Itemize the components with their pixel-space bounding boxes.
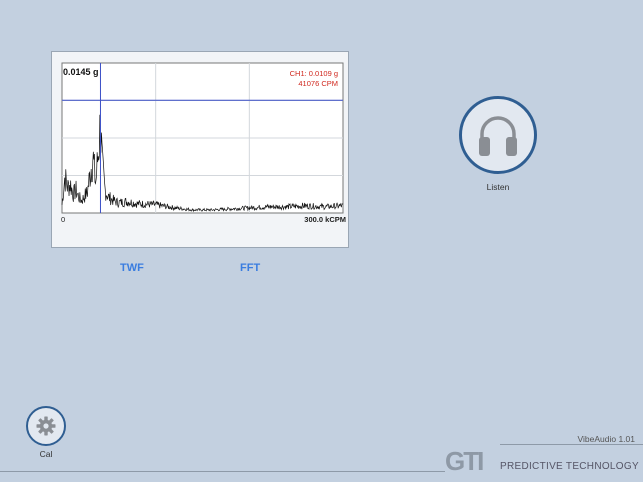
tab-twf[interactable]: TWF xyxy=(120,262,144,274)
headphones-icon xyxy=(479,116,517,156)
fft-chart-panel: 0.0145 g CH1: 0.0109 g 41076 CPM 0 300.0… xyxy=(51,51,349,248)
cpm-readout: 41076 CPM xyxy=(298,79,338,88)
x-max-label: 300.0 kCPM xyxy=(304,215,346,224)
channel-readout: CH1: 0.0109 g xyxy=(289,69,338,78)
listen-label: Listen xyxy=(486,182,510,192)
x-min-label: 0 xyxy=(61,215,66,224)
tab-fft[interactable]: FFT xyxy=(240,262,260,274)
company-tagline: PREDICTIVE TECHNOLOGY xyxy=(500,461,639,472)
svg-text:GTI: GTI xyxy=(445,446,483,472)
cal-label: Cal xyxy=(39,449,53,459)
footer-divider xyxy=(0,471,445,472)
cursor-readout: CH1: 0.0109 g 41076 CPM xyxy=(290,69,338,89)
version-divider xyxy=(500,444,643,445)
gti-logo: GTI xyxy=(445,446,485,472)
app-version: VibeAudio 1.01 xyxy=(577,434,635,444)
y-scale-label: 0.0145 g xyxy=(63,67,99,77)
cal-button[interactable] xyxy=(26,406,66,446)
gear-icon xyxy=(36,416,56,436)
listen-button[interactable] xyxy=(459,96,537,174)
